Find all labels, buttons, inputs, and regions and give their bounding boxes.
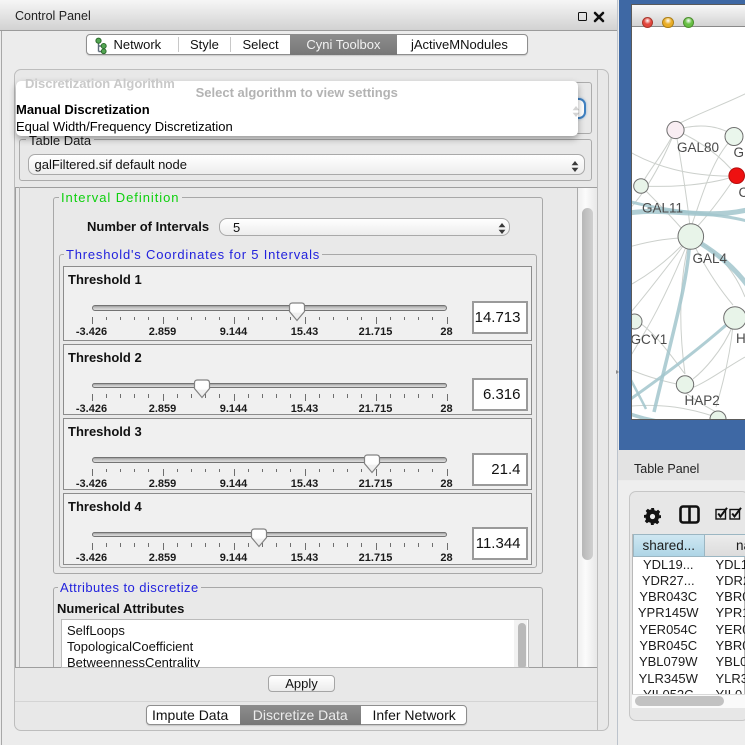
svg-text:GCY1: GCY1	[632, 332, 667, 347]
svg-text:GAL80: GAL80	[677, 140, 719, 155]
svg-text:C: C	[739, 185, 745, 200]
svg-text:H: H	[736, 331, 745, 346]
svg-text:HAP2: HAP2	[685, 393, 720, 408]
svg-text:G.: G.	[734, 145, 745, 160]
svg-text:GAL4: GAL4	[693, 251, 728, 266]
svg-text:GAL11: GAL11	[642, 201, 683, 216]
